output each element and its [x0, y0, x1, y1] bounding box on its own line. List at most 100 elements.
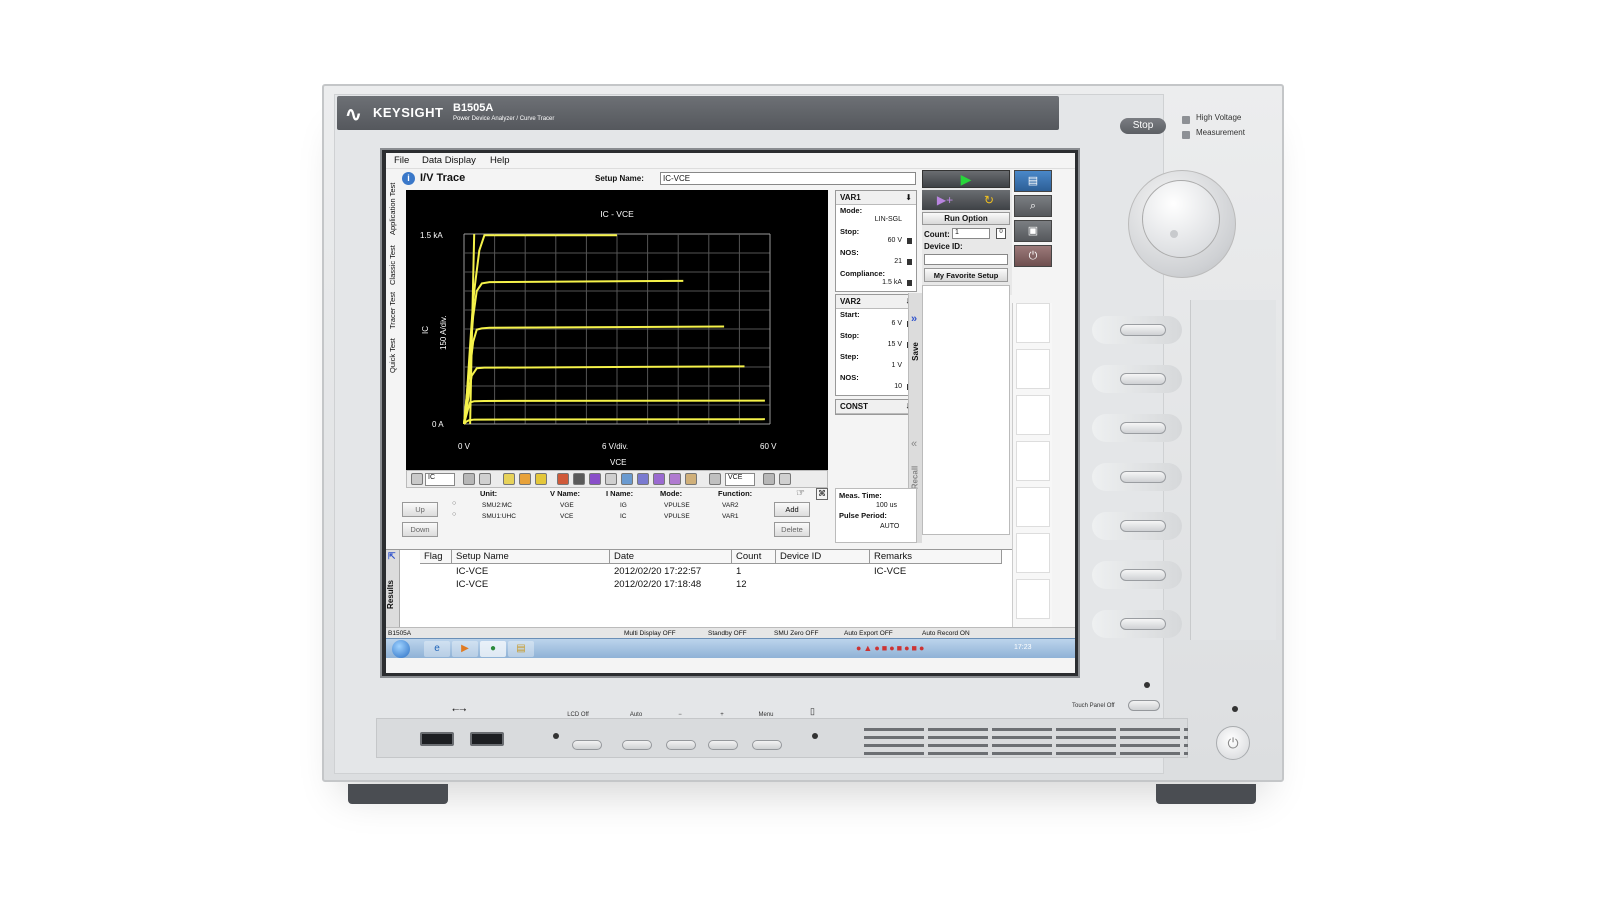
- smu-function[interactable]: VAR1: [722, 513, 739, 520]
- smu-mode[interactable]: VPULSE: [664, 502, 690, 509]
- autoscale-icon[interactable]: [653, 473, 665, 485]
- zoom-icon[interactable]: [637, 473, 649, 485]
- smu-vname[interactable]: VCE: [560, 513, 573, 520]
- line-icon[interactable]: [535, 473, 547, 485]
- setup-name-input[interactable]: IC-VCE: [660, 172, 916, 185]
- favorite-setup-list[interactable]: [922, 285, 1010, 535]
- smu-vname[interactable]: VGE: [560, 502, 574, 509]
- softkey-5[interactable]: [1120, 520, 1166, 532]
- smu-unit[interactable]: SMU2:MC: [482, 502, 512, 509]
- status-auto-export[interactable]: Auto Export OFF: [844, 630, 893, 637]
- menu-data-display[interactable]: Data Display: [422, 155, 476, 166]
- meas-time-value[interactable]: 100 us: [876, 502, 897, 509]
- y-axis-icon[interactable]: [411, 473, 423, 485]
- count-reset-box[interactable]: 0: [996, 228, 1006, 239]
- plus-button[interactable]: [708, 740, 738, 750]
- tab-tracer-test[interactable]: Tracer Test: [388, 292, 397, 329]
- stop-button[interactable]: Stop: [1120, 118, 1166, 134]
- marker-icon[interactable]: [503, 473, 515, 485]
- results-side-tab[interactable]: ⇱ Results: [386, 550, 400, 628]
- run-option-button[interactable]: Run Option: [922, 212, 1010, 225]
- var1-stop-row[interactable]: Stop: 60 V: [836, 226, 916, 247]
- var1-compliance-row[interactable]: Compliance: 1.5 kA: [836, 268, 916, 289]
- collapse-icon[interactable]: «: [911, 438, 917, 450]
- var2-step-row[interactable]: Step: 1 V: [836, 351, 916, 372]
- softkey-1[interactable]: [1120, 324, 1166, 336]
- delete-button[interactable]: Delete: [774, 522, 810, 537]
- usb-port-1[interactable]: [420, 732, 454, 746]
- pin-icon[interactable]: ⌘: [816, 488, 828, 500]
- save-label[interactable]: Save: [911, 342, 920, 361]
- col-count[interactable]: Count: [732, 550, 776, 564]
- expand-icon[interactable]: »: [911, 313, 917, 325]
- iv-trace-plot[interactable]: IC - VCE 1.5 kA 0 A 0 V 60 V 6 V/div. VC…: [406, 190, 828, 470]
- up-button[interactable]: Up: [402, 502, 438, 517]
- auto-button[interactable]: [622, 740, 652, 750]
- var2-stop-row[interactable]: Stop: 15 V: [836, 330, 916, 351]
- browser-icon[interactable]: e: [424, 641, 450, 657]
- device-id-input[interactable]: [924, 254, 1008, 265]
- radio-icon[interactable]: ○: [452, 500, 456, 507]
- menu-help[interactable]: Help: [490, 155, 510, 166]
- const-header[interactable]: CONST⬇: [836, 400, 916, 414]
- scale-icon[interactable]: [463, 473, 475, 485]
- folder-icon[interactable]: ▤: [508, 641, 534, 657]
- add-button[interactable]: Add: [774, 502, 810, 517]
- search-button[interactable]: ⌕: [1014, 195, 1052, 217]
- x-axis-select[interactable]: VCE: [725, 473, 755, 486]
- smu-function[interactable]: VAR2: [722, 502, 739, 509]
- camera-icon[interactable]: [573, 473, 585, 485]
- col-date[interactable]: Date: [610, 550, 732, 564]
- trace-icon[interactable]: [669, 473, 681, 485]
- recall-label[interactable]: Recall: [910, 466, 919, 490]
- info-icon[interactable]: i: [402, 172, 415, 185]
- keypad-icon[interactable]: [907, 238, 912, 244]
- var2-header[interactable]: VAR2⬇: [836, 295, 916, 309]
- menu-button[interactable]: [752, 740, 782, 750]
- cursor-icon[interactable]: [519, 473, 531, 485]
- overlay-icon[interactable]: [605, 473, 617, 485]
- var2-nos-row[interactable]: NOS: 10: [836, 372, 916, 393]
- minus-button[interactable]: [666, 740, 696, 750]
- start-button[interactable]: [392, 640, 410, 658]
- status-auto-record[interactable]: Auto Record ON: [922, 630, 970, 637]
- touch-panel-button[interactable]: [1128, 700, 1160, 711]
- softkey-7[interactable]: [1120, 618, 1166, 630]
- status-standby[interactable]: Standby OFF: [708, 630, 747, 637]
- var1-mode-row[interactable]: Mode: LIN-SGL: [836, 205, 916, 226]
- keypad-icon[interactable]: [907, 259, 912, 265]
- usb-port-2[interactable]: [470, 732, 504, 746]
- pulse-period-value[interactable]: AUTO: [880, 523, 899, 530]
- display-layout-button[interactable]: ▤: [1014, 170, 1052, 192]
- hand-icon[interactable]: ☞: [796, 488, 805, 499]
- softkey-2[interactable]: [1120, 373, 1166, 385]
- col-device-id[interactable]: Device ID: [776, 550, 870, 564]
- menu-file[interactable]: File: [394, 155, 409, 166]
- tools-icon[interactable]: [685, 473, 697, 485]
- var2-start-row[interactable]: Start: 6 V: [836, 309, 916, 330]
- app-icon[interactable]: ●: [480, 641, 506, 657]
- tangent-icon[interactable]: [557, 473, 569, 485]
- power-button[interactable]: ⏻: [1216, 726, 1250, 760]
- softkey-4[interactable]: [1120, 471, 1166, 483]
- smu-unit[interactable]: SMU1:UHC: [482, 513, 516, 520]
- status-smu-zero[interactable]: SMU Zero OFF: [774, 630, 818, 637]
- tab-classic-test[interactable]: Classic Test: [388, 245, 397, 285]
- y-axis-select[interactable]: IC: [425, 473, 455, 486]
- regression-icon[interactable]: [589, 473, 601, 485]
- tab-quick-test[interactable]: Quick Test: [388, 338, 397, 373]
- keypad-icon[interactable]: [907, 280, 912, 286]
- col-setup-name[interactable]: Setup Name: [452, 550, 610, 564]
- smu-mode[interactable]: VPULSE: [664, 513, 690, 520]
- status-multi-display[interactable]: Multi Display OFF: [624, 630, 676, 637]
- var1-header[interactable]: VAR1 ⬇: [836, 191, 916, 205]
- media-player-icon[interactable]: ▶: [452, 641, 478, 657]
- softkey-3[interactable]: [1120, 422, 1166, 434]
- scale-icon[interactable]: [763, 473, 775, 485]
- append-run-button[interactable]: ▶+: [922, 190, 968, 210]
- softkey-6[interactable]: [1120, 569, 1166, 581]
- var1-nos-row[interactable]: NOS: 21: [836, 247, 916, 268]
- x-axis-icon[interactable]: [709, 473, 721, 485]
- repeat-run-button[interactable]: ↻: [968, 190, 1010, 210]
- smu-iname[interactable]: IG: [620, 502, 627, 509]
